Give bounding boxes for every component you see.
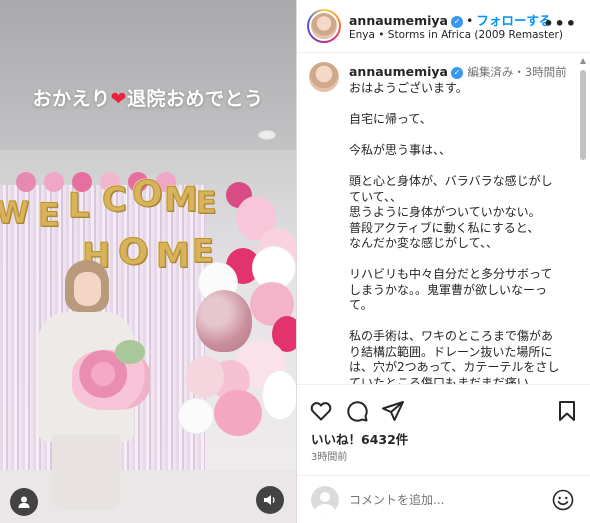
person xyxy=(30,260,150,510)
caption-line: り結構広範囲。ドレーン抜いた場所に xyxy=(349,344,553,359)
caption-user-line: annaumemiya ✓ 編集済み・3時間前 xyxy=(349,64,567,80)
caption-area: annaumemiya ✓ 編集済み・3時間前 おはようございます。 自宅に帰って、… xyxy=(297,54,590,384)
user-tag-button[interactable] xyxy=(10,488,38,516)
heart-icon[interactable] xyxy=(309,399,333,423)
balloon-letter: E xyxy=(196,186,217,222)
legs xyxy=(52,435,120,510)
balloon-letter: C xyxy=(102,180,128,221)
story-ring[interactable] xyxy=(307,9,341,43)
balloon-letter: L xyxy=(68,186,91,227)
scroll-thumb[interactable] xyxy=(580,70,586,160)
caption-line: 自宅に帰って、 xyxy=(349,112,432,126)
foil-heart-balloon xyxy=(196,290,252,352)
post-header: annaumemiya ✓ • フォローする Enya • Storms in Afr… xyxy=(297,0,590,53)
likes-count[interactable]: いいね！6432件 xyxy=(311,429,408,448)
sound-toggle-button[interactable] xyxy=(256,486,284,514)
balloon xyxy=(186,356,224,398)
comment-input[interactable] xyxy=(349,490,539,510)
verified-badge-icon: ✓ xyxy=(450,16,463,28)
caption-username[interactable]: annaumemiya xyxy=(349,64,448,79)
caption-avatar[interactable] xyxy=(309,62,339,92)
bookmark-icon[interactable] xyxy=(555,399,579,423)
caption-line: リハビリも中々自分だと多分サボって xyxy=(349,267,553,281)
face xyxy=(74,272,101,306)
share-icon[interactable] xyxy=(381,399,405,423)
commenter-avatar-icon xyxy=(311,486,339,514)
comment-bar xyxy=(297,475,590,523)
garland-flower xyxy=(16,172,36,192)
caption-line: 思うように身体がついていかない。 xyxy=(349,205,541,219)
edited-label: 編集済み xyxy=(467,65,514,79)
balloon-letter: W xyxy=(0,196,30,232)
caption-line xyxy=(349,97,574,113)
post-panel: annaumemiya ✓ • フォローする Enya • Storms in Afr… xyxy=(296,0,590,523)
caption-line: て。 xyxy=(349,298,373,312)
balloon-letter: E xyxy=(38,196,61,235)
caption-line: は、穴が2つあって、カテーテルをさし xyxy=(349,360,560,374)
music-label[interactable]: Enya • Storms in Africa (2009 Remaster) xyxy=(349,29,563,41)
action-bar: いいね！6432件 3時間前 xyxy=(297,384,590,484)
caption-line xyxy=(349,252,574,268)
bouquet-greens xyxy=(115,340,145,364)
smoke-detector xyxy=(258,130,276,140)
scrollbar[interactable]: ▲ xyxy=(579,56,587,382)
caption-line: ていたところ傷口もまだまだ痛い。 xyxy=(349,375,541,385)
balloon xyxy=(214,390,262,436)
media-overlay-text: おかえり❤退院おめでとう xyxy=(0,84,296,111)
ceiling xyxy=(0,0,296,150)
caption-line: 頭と心と身体が、バラバラな感じがし xyxy=(349,174,553,188)
caption-line: 私の手術は、ワキのところまで傷があ xyxy=(349,329,554,343)
overlay-text-start: おかえり xyxy=(32,88,111,110)
follow-button[interactable]: フォローする xyxy=(476,13,551,28)
caption-line xyxy=(349,159,574,175)
separator: • xyxy=(465,13,474,28)
user-icon xyxy=(18,496,30,508)
caption-line: 今私が思う事は、、 xyxy=(349,143,452,157)
caption-text: おはようございます。 自宅に帰って、今私が思う事は、、頭と心と身体が、バラバラな感… xyxy=(349,81,574,384)
caption-line: しまうかな。。鬼軍曹が欲しいなーっ xyxy=(349,282,548,297)
caption-line xyxy=(349,128,574,144)
more-icon[interactable]: ••• xyxy=(543,14,577,33)
garland-flower xyxy=(44,172,64,192)
balloon-letter: M xyxy=(164,180,199,221)
verified-badge-icon: ✓ xyxy=(450,67,463,79)
header-username[interactable]: annaumemiya xyxy=(349,13,448,28)
balloon xyxy=(262,370,296,420)
balloon-letter: M xyxy=(156,236,191,277)
caption-time: 3時間前 xyxy=(524,65,567,79)
header-user-line: annaumemiya ✓ • フォローする xyxy=(349,10,551,29)
overlay-text-end: 退院おめでとう xyxy=(126,88,264,110)
caption-line: なんだか変な感じがして、、 xyxy=(349,236,499,250)
caption-line xyxy=(349,314,574,330)
caption-line: おはようございます。 xyxy=(349,81,468,95)
avatar[interactable] xyxy=(309,11,339,41)
separator: ・ xyxy=(513,65,525,79)
post-media[interactable]: WELCOMEHOME おかえり❤退院おめでとう xyxy=(0,0,296,523)
caption-line: 普段アクティブに動く私にすると、 xyxy=(349,220,540,235)
comment-icon[interactable] xyxy=(345,399,369,423)
scroll-up-arrow-icon[interactable]: ▲ xyxy=(579,56,587,66)
caption-line: ていて、、 xyxy=(349,189,403,204)
balloon-letter: O xyxy=(132,174,164,216)
heart-icon: ❤ xyxy=(110,88,127,110)
balloon xyxy=(178,398,214,434)
post-time[interactable]: 3時間前 xyxy=(311,448,347,463)
emoji-icon[interactable] xyxy=(551,488,575,512)
speaker-icon xyxy=(264,495,275,505)
